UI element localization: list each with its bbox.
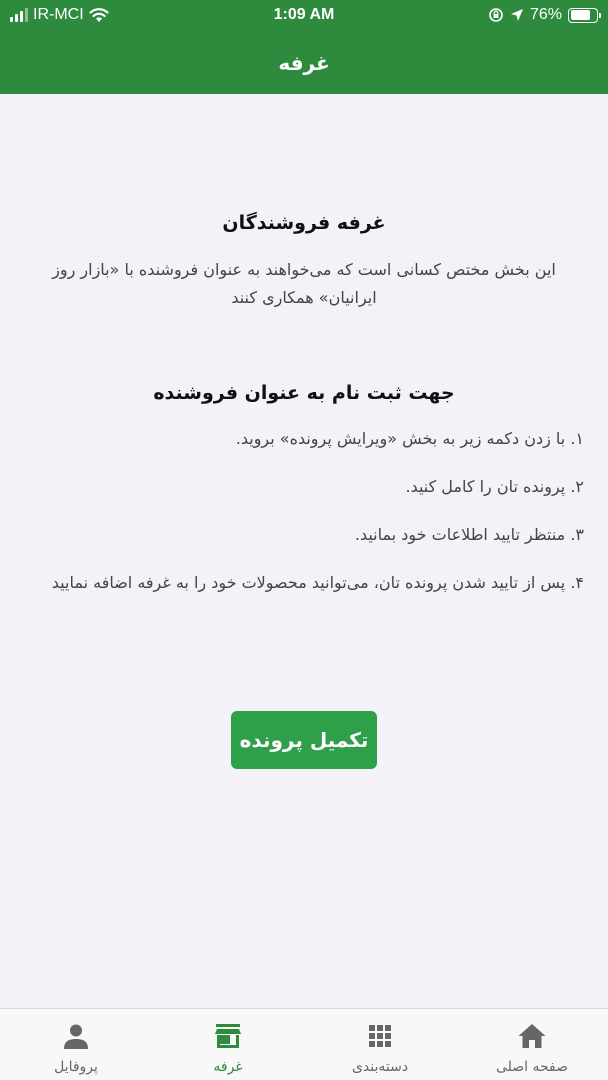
nav-bar: غرفه [0, 32, 608, 94]
store-icon [215, 1024, 241, 1048]
battery-level [570, 10, 590, 20]
step-item: ۲. پرونده تان را کامل کنید. [405, 477, 584, 496]
section-heading: غرفه فروشندگان [222, 212, 386, 234]
step-item: ۳. منتظر تایید اطلاعات خود بمانید. [354, 525, 584, 544]
orientation-lock-icon [489, 8, 503, 22]
status-bar: IR-MCI 1:09 AM 76% [0, 0, 608, 32]
home-icon [518, 1024, 546, 1048]
intro-text: این بخش مختص کسانی است که می‌خواهند به ع… [52, 260, 556, 307]
main-content: غرفه فروشندگان این بخش مختص کسانی است که… [24, 94, 584, 618]
complete-profile-button[interactable]: تکمیل پرونده [231, 711, 377, 769]
tab-label: صفحه اصلی [495, 1059, 569, 1075]
step-item: ۴. پس از تایید شدن پرونده تان، می‌توانید… [51, 573, 584, 592]
status-right: 76% [488, 6, 601, 24]
steps-list: ۱. با زدن دکمه زیر به بخش «ویرایش پرونده… [24, 426, 584, 596]
step-item: ۱. با زدن دکمه زیر به بخش «ویرایش پرونده… [235, 429, 584, 448]
tab-profile[interactable]: پروفایل [0, 1009, 152, 1080]
tab-home[interactable]: صفحه اصلی [456, 1009, 608, 1080]
tab-categories[interactable]: دسته‌بندی [304, 1009, 456, 1080]
battery-percent: 76% [529, 6, 562, 23]
person-icon [64, 1024, 88, 1049]
tab-booth[interactable]: غرفه [152, 1009, 304, 1080]
page-title: غرفه [278, 51, 330, 75]
register-heading: جهت ثبت نام به عنوان فروشنده [153, 382, 455, 404]
grid-icon [369, 1025, 391, 1047]
battery-icon [568, 7, 601, 23]
tab-label: غرفه [213, 1059, 243, 1075]
tab-bar: پروفایل غرفه دسته‌بندی صفحه اصلی [0, 1008, 608, 1080]
tab-label: پروفایل [54, 1059, 98, 1075]
location-icon [510, 9, 523, 21]
tab-label: دسته‌بندی [351, 1059, 409, 1075]
